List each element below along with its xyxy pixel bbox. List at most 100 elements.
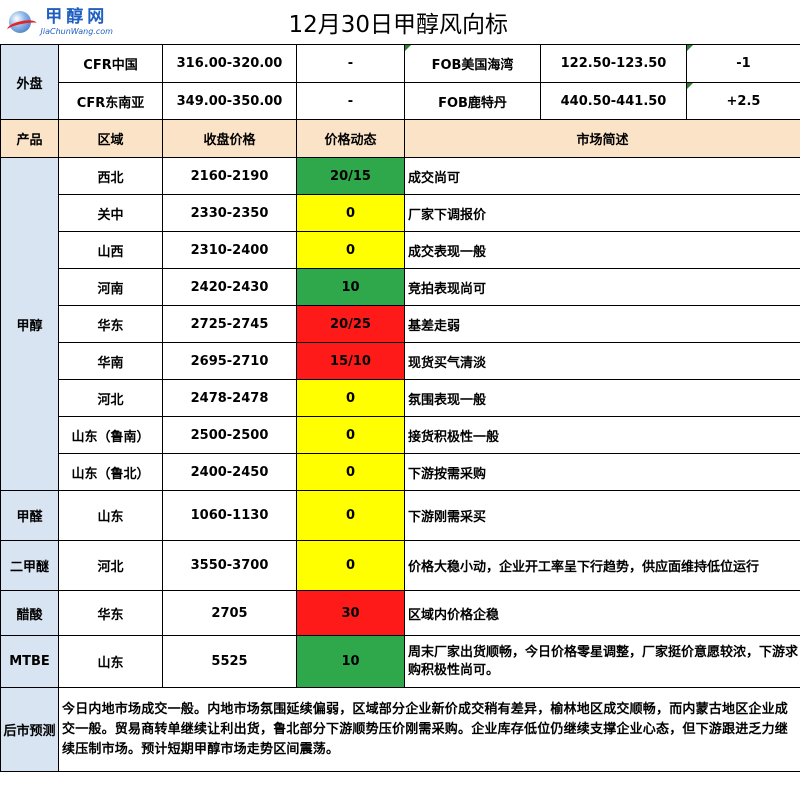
market-summary: 成交尚可: [404, 157, 800, 195]
external-right-change: -1: [686, 44, 800, 83]
region: 山西: [58, 231, 163, 269]
logo-english-text: JiaChunWang.com: [40, 26, 113, 36]
column-header-change: 价格动态: [296, 119, 405, 158]
table-row: 华东 2725-2745 20/25 基差走弱: [1, 305, 800, 343]
region: 山东（鲁北）: [58, 453, 163, 491]
table-row: 山东（鲁南） 2500-2500 0 接货积极性一般: [1, 416, 800, 454]
table-row: 河北 2478-2478 0 氛围表现一般: [1, 379, 800, 417]
region: 西北: [58, 157, 163, 195]
title-row: 甲醇网 JiaChunWang.com 12月30日甲醇风向标: [0, 0, 800, 45]
external-right-change: +2.5: [686, 82, 800, 120]
market-summary: 价格大稳小动，企业开工率呈下行趋势，供应面维持低位运行: [404, 540, 800, 591]
product-name: 二甲醚: [0, 540, 59, 591]
table-row: 华南 2695-2710 15/10 现货买气清淡: [1, 342, 800, 380]
market-summary: 成交表现一般: [404, 231, 800, 269]
region: 关中: [58, 194, 163, 232]
table-row: 山东（鲁北） 2400-2450 0 下游按需采购: [1, 453, 800, 491]
price-change: 0: [296, 231, 405, 269]
price: 2400-2450: [162, 453, 297, 491]
market-summary: 现货买气清淡: [404, 342, 800, 380]
column-header-summary: 市场简述: [404, 119, 800, 158]
region: 华东: [58, 590, 163, 636]
price-change: 0: [296, 416, 405, 454]
external-right-name: FOB美国海湾: [404, 44, 541, 83]
price: 2500-2500: [162, 416, 297, 454]
table-row: 山西 2310-2400 0 成交表现一般: [1, 231, 800, 269]
external-right-price: 122.50-123.50: [540, 44, 687, 83]
price: 2478-2478: [162, 379, 297, 417]
price-change: 10: [296, 635, 405, 688]
market-summary: 基差走弱: [404, 305, 800, 343]
table-row: 关中 2330-2350 0 厂家下调报价: [1, 194, 800, 232]
region: 河北: [58, 379, 163, 417]
market-summary: 下游刚需采买: [404, 490, 800, 541]
external-row: 外盘 CFR中国 316.00-320.00 - FOB美国海湾 122.50-…: [0, 44, 800, 120]
product-name: 醋酸: [0, 590, 59, 636]
table-row: 河南 2420-2430 10 竞拍表现尚可: [1, 268, 800, 306]
region: 河北: [58, 540, 163, 591]
logo-chinese-text: 甲醇网: [45, 6, 109, 27]
price: 2420-2430: [162, 268, 297, 306]
price: 3550-3700: [162, 540, 297, 591]
price: 2330-2350: [162, 194, 297, 232]
region: 河南: [58, 268, 163, 306]
market-summary: 厂家下调报价: [404, 194, 800, 232]
forecast-label: 后市预测: [0, 687, 59, 772]
price-change: 30: [296, 590, 405, 636]
column-header-price: 收盘价格: [162, 119, 297, 158]
external-left-price: 349.00-350.00: [162, 82, 297, 120]
external-left-change: -: [296, 44, 405, 83]
price: 1060-1130: [162, 490, 297, 541]
column-header-product: 产品: [0, 119, 59, 158]
table-row: 甲醇 西北 2160-2190 20/15 成交尚可: [0, 157, 800, 491]
external-left-name: CFR东南亚: [58, 82, 163, 120]
market-summary: 氛围表现一般: [404, 379, 800, 417]
price-change: 0: [296, 379, 405, 417]
price: 2310-2400: [162, 231, 297, 269]
logo-cell: 甲醇网 JiaChunWang.com: [0, 0, 163, 45]
region: 山东: [58, 635, 163, 688]
market-summary: 周末厂家出货顺畅，今日价格零星调整，厂家挺价意愿较浓，下游求购积极性尚可。: [404, 635, 800, 688]
region: 山东（鲁南）: [58, 416, 163, 454]
region: 山东: [58, 490, 163, 541]
price-change: 0: [296, 194, 405, 232]
market-summary: 竞拍表现尚可: [404, 268, 800, 306]
column-header-region: 区域: [58, 119, 163, 158]
price-change: 0: [296, 490, 405, 541]
price: 2725-2745: [162, 305, 297, 343]
table-row: MTBE 山东 5525 10 周末厂家出货顺畅，今日价格零星调整，厂家挺价意愿…: [0, 635, 800, 688]
external-label: 外盘: [0, 44, 59, 120]
globe-logo-icon: [5, 9, 38, 35]
price: 5525: [162, 635, 297, 688]
external-left-price: 316.00-320.00: [162, 44, 297, 83]
page-title: 12月30日甲醇风向标: [162, 0, 800, 45]
price-change: 20/25: [296, 305, 405, 343]
column-header-row: 产品 区域 收盘价格 价格动态 市场简述: [0, 119, 800, 158]
region: 华东: [58, 305, 163, 343]
table-row: 醋酸 华东 2705 30 区域内价格企稳: [0, 590, 800, 636]
market-summary: 下游按需采购: [404, 453, 800, 491]
external-row: CFR东南亚 349.00-350.00 - FOB鹿特丹 440.50-441…: [1, 82, 800, 120]
external-left-name: CFR中国: [58, 44, 163, 83]
external-right-price: 440.50-441.50: [540, 82, 687, 120]
methanol-indicator-table: 甲醇网 JiaChunWang.com 12月30日甲醇风向标 外盘 CFR中国…: [0, 0, 800, 772]
market-summary: 区域内价格企稳: [404, 590, 800, 636]
forecast-row: 后市预测 今日内地市场成交一般。内地市场氛围延续偏弱，区域部分企业新价成交稍有差…: [0, 687, 800, 772]
price-change: 15/10: [296, 342, 405, 380]
market-summary: 接货积极性一般: [404, 416, 800, 454]
price-change: 0: [296, 540, 405, 591]
forecast-text: 今日内地市场成交一般。内地市场氛围延续偏弱，区域部分企业新价成交稍有差异，榆林地…: [58, 687, 800, 772]
external-right-name: FOB鹿特丹: [404, 82, 541, 120]
price-change: 20/15: [296, 157, 405, 195]
price: 2160-2190: [162, 157, 297, 195]
price-change: 0: [296, 453, 405, 491]
product-name: MTBE: [0, 635, 59, 688]
logo: 甲醇网 JiaChunWang.com: [1, 0, 163, 44]
table-row: 甲醛 山东 1060-1130 0 下游刚需采买: [0, 490, 800, 541]
price: 2695-2710: [162, 342, 297, 380]
price: 2705: [162, 590, 297, 636]
region: 华南: [58, 342, 163, 380]
table-row: 二甲醚 河北 3550-3700 0 价格大稳小动，企业开工率呈下行趋势，供应面…: [0, 540, 800, 591]
product-name: 甲醇: [0, 157, 59, 491]
price-change: 10: [296, 268, 405, 306]
